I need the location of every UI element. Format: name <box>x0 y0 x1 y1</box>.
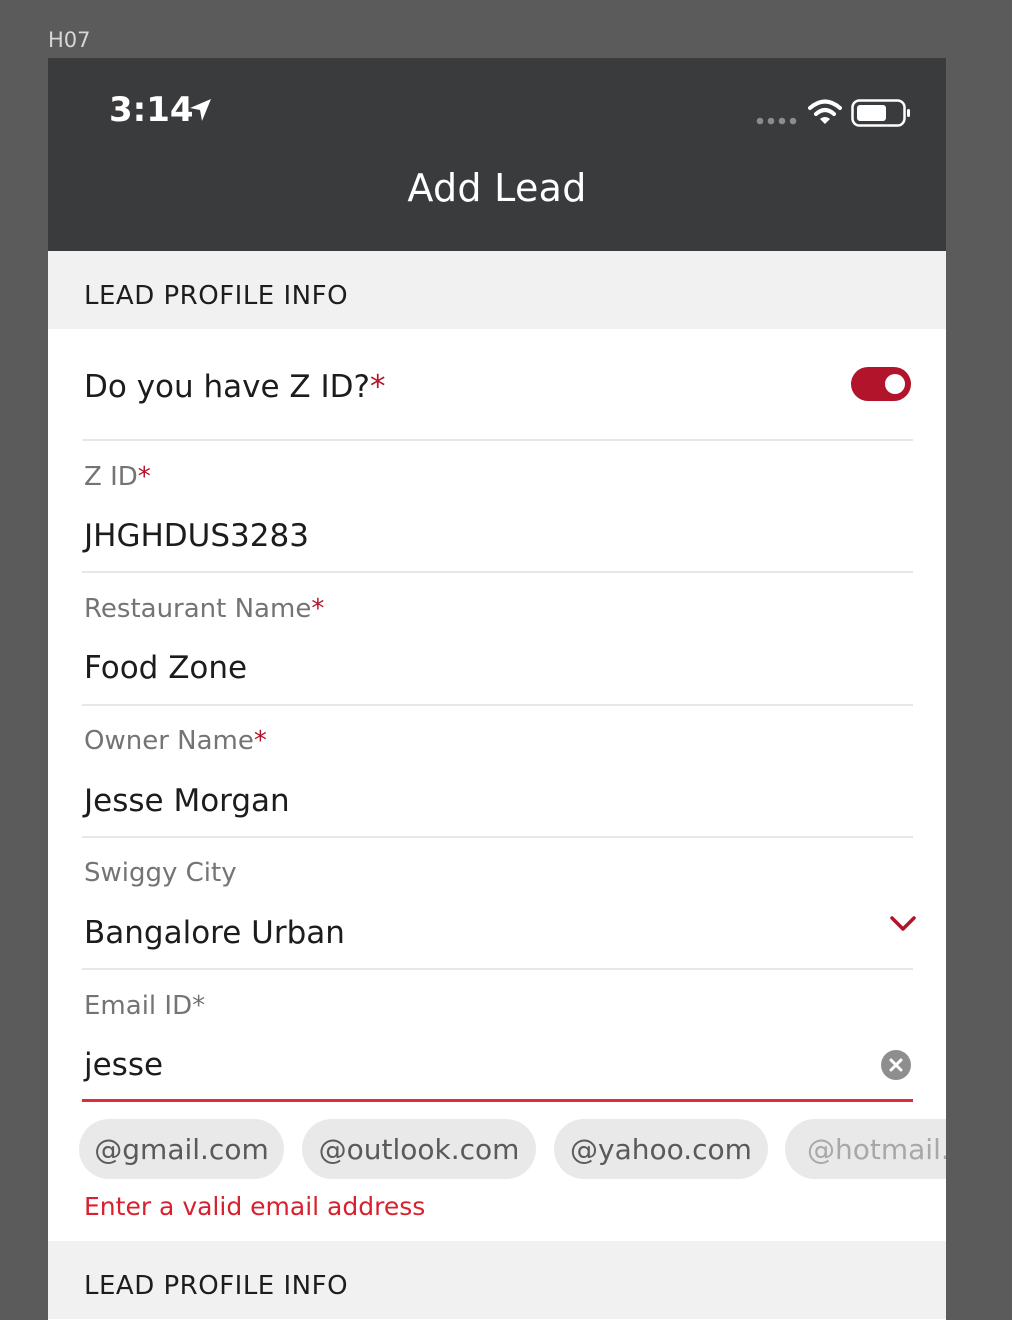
required-mark: * <box>369 369 386 405</box>
owner-name-label-text: Owner Name <box>84 726 254 756</box>
email-input[interactable]: jesse <box>84 1047 163 1083</box>
divider <box>82 704 913 706</box>
zid-input[interactable]: JHGHDUS3283 <box>84 518 309 554</box>
email-error-message: Enter a valid email address <box>84 1192 426 1221</box>
signal-icon <box>756 117 797 125</box>
zid-toggle-row[interactable]: Do you have Z ID?* <box>48 329 946 440</box>
owner-name-label: Owner Name* <box>84 726 267 756</box>
section-header-lead-profile: LEAD PROFILE INFO <box>48 1241 946 1319</box>
clear-icon[interactable] <box>880 1049 912 1081</box>
phone-screen: 3:14 Add Lead LEAD PROFILE INFO Do you h… <box>48 58 946 1320</box>
battery-icon <box>851 99 910 127</box>
page-title: Add Lead <box>407 166 587 210</box>
divider <box>82 836 913 838</box>
required-mark: * <box>137 462 151 492</box>
wifi-icon <box>808 99 842 124</box>
section-header-lead-profile: LEAD PROFILE INFO <box>48 251 946 329</box>
swiggy-city-select[interactable]: Bangalore Urban <box>84 915 345 951</box>
email-suggestion-chip[interactable]: @hotmail.com <box>785 1119 946 1179</box>
restaurant-name-label-text: Restaurant Name <box>84 594 312 624</box>
email-suggestion-chip[interactable]: @yahoo.com <box>554 1119 768 1179</box>
divider <box>82 968 913 970</box>
email-suggestion-chip[interactable]: @outlook.com <box>302 1119 536 1179</box>
required-mark: * <box>311 594 325 624</box>
swiggy-city-label: Swiggy City <box>84 858 237 888</box>
section-title: LEAD PROFILE INFO <box>84 281 349 311</box>
zid-toggle-label: Do you have Z ID?* <box>84 369 385 405</box>
zid-toggle-switch[interactable] <box>851 367 911 401</box>
section-title: LEAD PROFILE INFO <box>84 1271 349 1301</box>
zid-label-text: Z ID <box>84 462 138 492</box>
zid-label: Z ID* <box>84 462 151 492</box>
location-arrow-icon <box>190 99 211 121</box>
divider <box>82 439 913 441</box>
toggle-knob <box>885 374 905 394</box>
zid-toggle-label-text: Do you have Z ID? <box>84 369 370 405</box>
email-label: Email ID* <box>84 991 206 1021</box>
restaurant-name-label: Restaurant Name* <box>84 594 324 624</box>
required-mark: * <box>253 726 267 756</box>
chevron-down-icon[interactable] <box>890 916 916 932</box>
artboard-label: H07 <box>48 28 91 52</box>
email-suggestion-chip[interactable]: @gmail.com <box>79 1119 284 1179</box>
divider <box>82 571 913 573</box>
status-time: 3:14 <box>109 90 194 130</box>
navigation-bar: 3:14 Add Lead <box>48 58 946 251</box>
owner-name-input[interactable]: Jesse Morgan <box>84 783 290 819</box>
restaurant-name-input[interactable]: Food Zone <box>84 650 247 686</box>
email-error-underline <box>82 1099 913 1102</box>
